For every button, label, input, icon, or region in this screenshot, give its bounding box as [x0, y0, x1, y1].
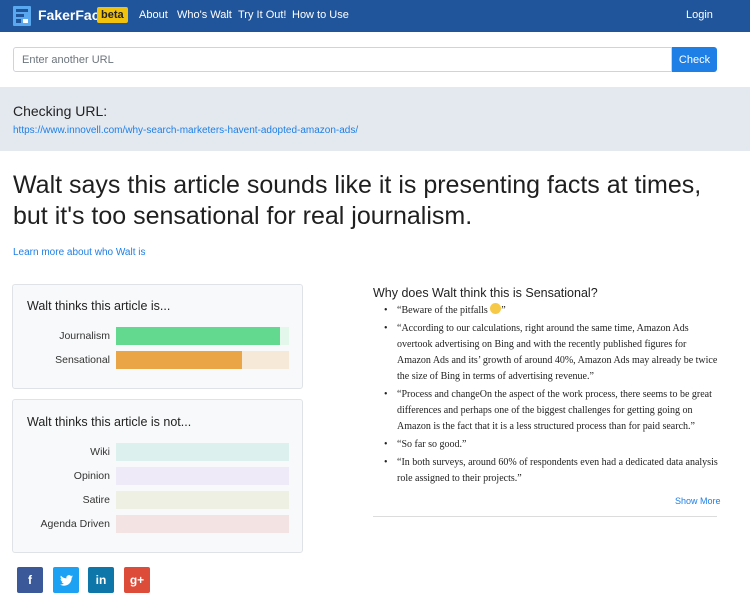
score-label: Sensational [55, 354, 110, 366]
score-row-wiki: Wiki [13, 443, 303, 461]
check-button[interactable]: Check [672, 47, 717, 72]
score-row-satire: Satire [13, 491, 303, 509]
score-label: Agenda Driven [40, 518, 110, 530]
top-navbar: FakerFact beta About Who's Walt Try It O… [0, 0, 750, 32]
score-track [116, 515, 289, 533]
score-track [116, 467, 289, 485]
brand-name[interactable]: FakerFact [38, 7, 104, 23]
nav-link-whos-walt[interactable]: Who's Walt [177, 9, 232, 21]
score-label: Journalism [59, 330, 110, 342]
score-label: Opinion [73, 470, 110, 482]
reason-item: “Beware of the pitfalls ” [373, 303, 718, 319]
score-label: Satire [82, 494, 110, 506]
score-track [116, 491, 289, 509]
score-track [116, 351, 289, 369]
article-is-card: Walt thinks this article is... Journalis… [12, 284, 303, 389]
twitter-bird-icon [59, 574, 73, 586]
article-is-title: Walt thinks this article is... [27, 299, 171, 313]
show-more-link[interactable]: Show More [675, 496, 721, 506]
reason-text: “Beware of the pitfalls [397, 305, 491, 316]
checked-url-link[interactable]: https://www.innovell.com/why-search-mark… [13, 125, 358, 136]
reason-text-end: ” [501, 305, 506, 316]
score-fill [116, 327, 281, 345]
learn-more-link[interactable]: Learn more about who Walt is [13, 247, 145, 258]
googleplus-icon: g+ [129, 573, 145, 587]
facebook-share-button[interactable]: f [17, 567, 43, 593]
fakerfact-logo-icon[interactable] [13, 6, 31, 26]
googleplus-share-button[interactable]: g+ [124, 567, 150, 593]
score-fill [116, 351, 243, 369]
score-row-agenda-driven: Agenda Driven [13, 515, 303, 533]
twitter-share-button[interactable] [53, 567, 79, 593]
nav-link-how-to-use[interactable]: How to Use [292, 9, 349, 21]
score-row-sensational: Sensational [13, 351, 303, 369]
reasons-list: “Beware of the pitfalls ” “According to … [373, 303, 718, 489]
score-track [116, 327, 289, 345]
checking-url-panel [0, 87, 750, 151]
reason-item: “According to our calculations, right ar… [373, 321, 718, 385]
smiley-emoji-icon [490, 303, 502, 314]
linkedin-share-button[interactable]: in [88, 567, 114, 593]
reason-text: “According to our calculations, right ar… [397, 323, 718, 382]
reason-text: “So far so good.” [397, 439, 467, 450]
score-row-opinion: Opinion [13, 467, 303, 485]
reason-item: “Process and changeOn the aspect of the … [373, 387, 718, 435]
reason-text: “Process and changeOn the aspect of the … [397, 389, 712, 432]
reason-text: “In both surveys, around 60% of responde… [397, 457, 718, 484]
article-is-not-card: Walt thinks this article is not... Wiki … [12, 399, 303, 553]
article-is-not-title: Walt thinks this article is not... [27, 415, 192, 429]
nav-link-try-it-out[interactable]: Try It Out! [238, 9, 287, 21]
score-row-journalism: Journalism [13, 327, 303, 345]
facebook-icon: f [28, 573, 32, 587]
checking-url-label: Checking URL: [13, 103, 108, 119]
score-label: Wiki [90, 446, 110, 458]
nav-link-about[interactable]: About [139, 9, 168, 21]
linkedin-icon: in [95, 573, 107, 587]
divider [373, 516, 717, 517]
url-input[interactable] [13, 47, 672, 72]
score-track [116, 443, 289, 461]
reason-item: “In both surveys, around 60% of responde… [373, 455, 718, 487]
reason-item: “So far so good.” [373, 437, 718, 453]
beta-badge: beta [97, 7, 128, 23]
verdict-headline: Walt says this article sounds like it is… [13, 171, 702, 230]
login-link[interactable]: Login [686, 9, 713, 21]
reasons-title: Why does Walt think this is Sensational? [373, 286, 598, 300]
